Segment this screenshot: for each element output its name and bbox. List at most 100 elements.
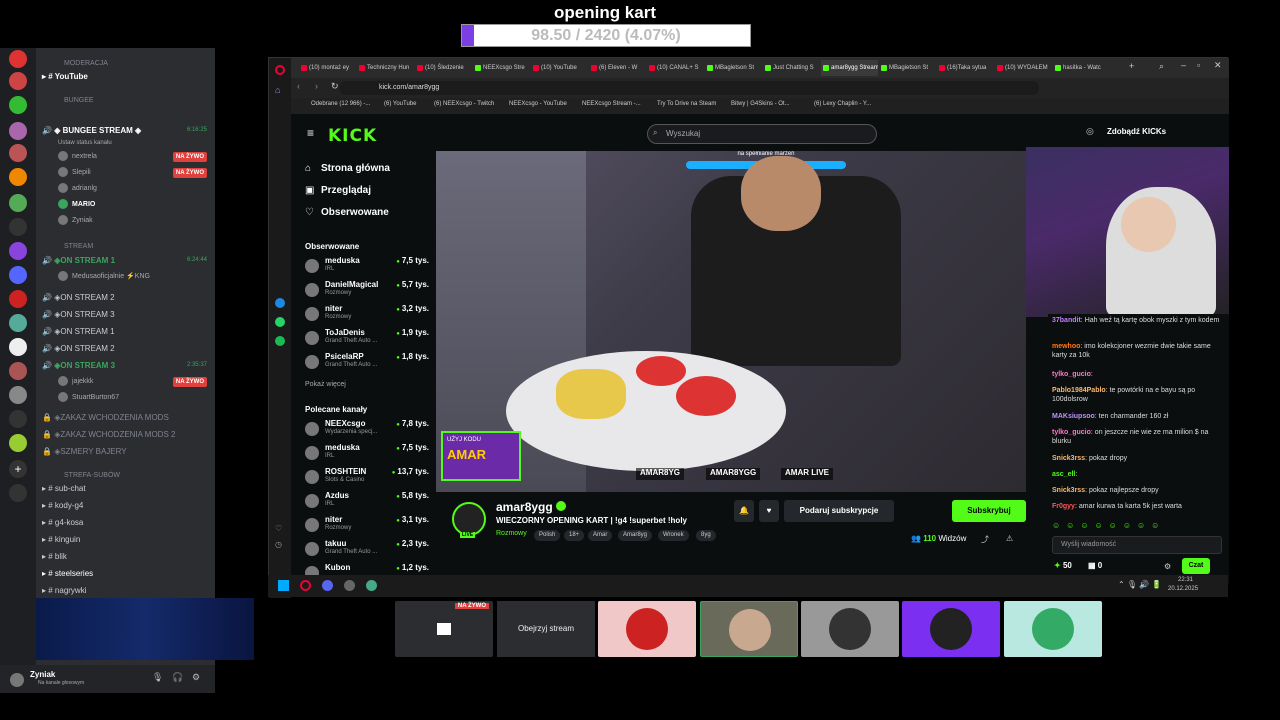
browser-tab[interactable]: (16)Taka sytua: [937, 60, 994, 76]
nav-browse[interactable]: Przeglądaj: [321, 185, 371, 196]
bookmark[interactable]: NEEXcsgo Stream -...: [582, 101, 641, 107]
voice-channel[interactable]: 🔊 ◈ON STREAM 3: [42, 308, 115, 322]
browser-tab[interactable]: (10) montaż ey: [299, 60, 356, 76]
microphone-icon[interactable]: 🎙: [152, 672, 163, 683]
recommended-channel[interactable]: takuuGrand Theft Auto ...2,3 tys.: [305, 539, 435, 561]
followed-channel[interactable]: meduskaIRL7,5 tys.: [305, 256, 435, 278]
recommended-channel[interactable]: AzdusIRL5,8 tys.: [305, 491, 435, 513]
bookmark[interactable]: NEEXcsgo - YouTube: [509, 101, 567, 107]
reload-icon[interactable]: ↻: [331, 81, 339, 92]
show-more-link[interactable]: Pokaż więcej: [305, 381, 346, 388]
browser-tab[interactable]: hasitka - Watc: [1053, 60, 1110, 76]
home-icon[interactable]: ⌂: [275, 85, 280, 95]
voice-on-stream-1[interactable]: 🔊 ◈ON STREAM 1: [42, 254, 115, 268]
browser-tab[interactable]: (6) Eleven - W: [589, 60, 646, 76]
heart-icon[interactable]: ♡: [275, 524, 282, 533]
voice-channel-locked[interactable]: 🔒 ◈ZAKAZ WCHODZENIA MODS: [42, 411, 169, 425]
search-icon[interactable]: ⌕: [1159, 61, 1164, 72]
text-channel[interactable]: ▸ # nagrywki: [42, 584, 87, 598]
chat-send-button[interactable]: Czat: [1182, 558, 1210, 574]
category-strefa-subow[interactable]: STREFA-SUBÓW: [64, 469, 120, 483]
kick-logo[interactable]: KICK: [328, 126, 377, 146]
recommended-channel[interactable]: ROSHTEINSlots & Casino13,7 tys.: [305, 467, 435, 489]
text-channel[interactable]: ▸ # kinguin: [42, 533, 80, 547]
bookmark[interactable]: (6) YouTube: [384, 101, 416, 107]
new-tab-icon[interactable]: +: [1129, 61, 1134, 71]
discover-icon[interactable]: [9, 484, 27, 502]
guild-icon[interactable]: [9, 434, 27, 452]
participant-tile[interactable]: [598, 601, 696, 657]
guild-icon[interactable]: [9, 72, 27, 90]
spotify-icon[interactable]: [275, 336, 285, 346]
browser-tab[interactable]: (10) YouTube: [531, 60, 588, 76]
guild-icon[interactable]: [9, 168, 27, 186]
browser-tab[interactable]: (10) CANAL+ S: [647, 60, 704, 76]
bookmark[interactable]: (6) Lexy Chaplin - Y...: [814, 101, 871, 107]
channel-youtube[interactable]: ▸ # YouTube: [42, 70, 88, 84]
voice-on-stream-3[interactable]: 🔊 ◈ON STREAM 3: [42, 359, 115, 373]
participant-tile[interactable]: [801, 601, 899, 657]
browser-tab[interactable]: (10) Śledzenie: [415, 60, 472, 76]
close-icon[interactable]: ✕: [1214, 60, 1222, 71]
voice-user[interactable]: nextrela: [58, 150, 97, 164]
notification-icon[interactable]: ◎: [1086, 126, 1094, 137]
guild-icon[interactable]: [9, 218, 27, 236]
guild-icon[interactable]: [9, 410, 27, 428]
text-channel[interactable]: ▸ # kody-g4: [42, 499, 83, 513]
windows-start-icon[interactable]: [278, 580, 289, 591]
recommended-channel[interactable]: NEEXcsgoWydarzenia specj...7,8 tys.: [305, 419, 435, 441]
stream-tag[interactable]: Amar: [588, 530, 613, 541]
gift-subscription-button[interactable]: Podaruj subskrypcje: [784, 500, 894, 522]
followed-channel[interactable]: DanielMagicalRozmowy5,7 tys.: [305, 280, 435, 302]
gear-icon[interactable]: ⚙: [1164, 562, 1171, 571]
add-server-icon[interactable]: +: [9, 460, 27, 478]
recommended-channel[interactable]: Kubon1,2 tys.: [305, 563, 435, 575]
browser-tab[interactable]: Just Chatting S: [763, 60, 820, 76]
voice-user[interactable]: jajekkk: [58, 375, 93, 389]
minimize-icon[interactable]: –: [1181, 60, 1186, 70]
history-icon[interactable]: ◷: [275, 540, 282, 549]
menu-icon[interactable]: ≡: [307, 126, 314, 140]
followed-channel[interactable]: niterRozmowy3,2 tys.: [305, 304, 435, 326]
category-bungee[interactable]: BUNGEE: [64, 94, 94, 108]
guild-icon[interactable]: [9, 242, 27, 260]
guild-icon[interactable]: [9, 194, 27, 212]
nav-home[interactable]: Strona główna: [321, 163, 390, 174]
stream-tag[interactable]: 18+: [564, 530, 585, 541]
voice-channel-locked[interactable]: 🔒 ◈ZAKAZ WCHODZENIA MODS 2: [42, 428, 175, 442]
nav-following[interactable]: Obserwowane: [321, 207, 389, 218]
voice-user[interactable]: StuartBurton67: [58, 391, 119, 405]
participant-tile[interactable]: [902, 601, 1000, 657]
voice-channel[interactable]: 🔊 ◈ON STREAM 2: [42, 342, 115, 356]
get-kicks-button[interactable]: Zdobądź KICKs: [1107, 127, 1166, 136]
guild-icon[interactable]: [9, 386, 27, 404]
voice-user[interactable]: Medusaoficjalnie ⚡KNG: [58, 270, 150, 284]
video-player[interactable]: na spełnianie marzeń UŻYJ KODU AMAR AMAR…: [436, 151, 1026, 492]
browser-tab[interactable]: (10) WYDAŁEM: [995, 60, 1052, 76]
participant-tile[interactable]: [700, 601, 798, 657]
stream-tag[interactable]: Wronek: [658, 530, 689, 541]
browser-tab[interactable]: MBagietson St: [879, 60, 936, 76]
bookmark[interactable]: Bitwy | G4Skins - Ot...: [731, 101, 790, 107]
report-icon[interactable]: ⚠: [1006, 534, 1013, 543]
browser-tab[interactable]: NEEXcsgo Stre: [473, 60, 530, 76]
chat-points[interactable]: ✦ 50: [1054, 561, 1072, 570]
gear-icon[interactable]: ⚙: [192, 672, 200, 683]
bell-icon[interactable]: 🔔: [734, 500, 754, 522]
back-icon[interactable]: ‹: [297, 81, 300, 91]
watch-stream-button[interactable]: Obejrzyj stream: [497, 601, 595, 657]
stream-thumbnail[interactable]: NA ŻYWO: [395, 601, 493, 657]
text-channel[interactable]: ▸ # sub-chat: [42, 482, 86, 496]
browser-tab[interactable]: MBagietson St: [705, 60, 762, 76]
voice-channel[interactable]: 🔊 ◈ON STREAM 1: [42, 325, 115, 339]
maximize-icon[interactable]: ▫: [1197, 60, 1200, 70]
app-taskbar-icon[interactable]: [366, 580, 377, 591]
stream-tag[interactable]: Amar8yg: [618, 530, 653, 541]
guild-icon[interactable]: [9, 144, 27, 162]
recommended-channel[interactable]: meduskaIRL7,5 tys.: [305, 443, 435, 465]
whatsapp-icon[interactable]: [275, 317, 285, 327]
browser-tab[interactable]: Techniczny Hun: [357, 60, 414, 76]
guild-icon[interactable]: [9, 338, 27, 356]
guild-icon[interactable]: [9, 362, 27, 380]
app-taskbar-icon[interactable]: [344, 580, 355, 591]
